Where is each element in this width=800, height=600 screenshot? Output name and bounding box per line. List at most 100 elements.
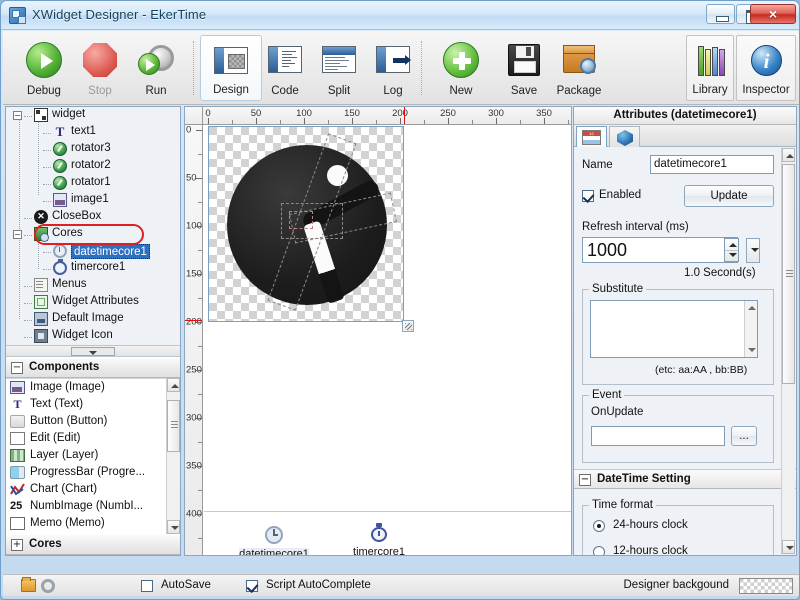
component-item-edit[interactable]: Edit (Edit) — [6, 430, 180, 447]
tree-node-cores[interactable]: − Cores — [6, 226, 180, 243]
cube-tab-icon — [617, 130, 633, 146]
tab-datetime-attributes[interactable]: 12 — [576, 126, 607, 147]
tree-node-widget-icon[interactable]: Widget Icon — [6, 328, 180, 345]
substitute-scrollbar[interactable] — [744, 301, 757, 357]
timer-icon — [370, 523, 388, 542]
tree-node-image1[interactable]: image1 — [6, 192, 180, 209]
widget-resize-handle[interactable] — [402, 320, 414, 332]
design-label: Design — [213, 84, 249, 96]
ruler-v-tick — [198, 250, 202, 251]
scroll-thumb[interactable] — [782, 164, 795, 384]
component-label: Memo (Memo) — [30, 517, 105, 529]
ruler-v-tick — [198, 442, 202, 443]
designer-background-swatch[interactable] — [739, 578, 793, 594]
tree-node-label: timercore1 — [71, 261, 126, 273]
component-label: Text (Text) — [30, 398, 84, 410]
title-bar[interactable]: XWidget Designer - EkerTime × — [1, 1, 799, 30]
scroll-up-icon[interactable] — [167, 378, 180, 392]
design-tab-button[interactable]: Design — [200, 35, 262, 101]
name-input[interactable]: datetimecore1 — [650, 155, 774, 174]
log-tab-button[interactable]: Log — [362, 35, 424, 101]
debug-button[interactable]: Debug — [13, 35, 75, 101]
enabled-checkbox[interactable] — [582, 190, 594, 202]
scroll-down-icon[interactable] — [782, 540, 795, 554]
tree-node-rotator3[interactable]: rotator3 — [6, 141, 180, 158]
gear-icon[interactable] — [41, 579, 55, 593]
refresh-interval-input[interactable]: 1000 — [582, 237, 738, 263]
datetime-collapse-icon[interactable]: − — [579, 474, 591, 486]
attributes-scrollbar[interactable] — [781, 148, 795, 554]
tree-node-rotator1[interactable]: rotator1 — [6, 175, 180, 192]
components-list[interactable]: Image (Image) T Text (Text) Button (Button)… — [6, 378, 180, 534]
design-surface[interactable]: datetimecore1 timercore1 — [204, 126, 571, 555]
refresh-interval-stepper[interactable] — [724, 238, 739, 262]
scroll-down-icon[interactable] — [167, 520, 180, 534]
new-button[interactable]: New — [430, 35, 492, 101]
tree-expander[interactable]: − — [13, 230, 22, 239]
component-item-button[interactable]: Button (Button) — [6, 413, 180, 430]
code-view-icon — [266, 41, 304, 79]
package-button[interactable]: Package — [543, 35, 615, 101]
ruler-h-tick — [472, 120, 473, 124]
tree-node-datetimecore1[interactable]: datetimecore1 — [6, 243, 180, 260]
component-item-memo[interactable]: Memo (Memo) — [6, 515, 180, 532]
onupdate-input[interactable] — [591, 426, 725, 446]
info-inspector-icon: i — [746, 42, 786, 78]
component-item-text[interactable]: T Text (Text) — [6, 396, 180, 413]
split-tab-button[interactable]: Split — [308, 35, 370, 101]
ruler-v-tick — [198, 298, 202, 299]
autosave-checkbox[interactable] — [141, 580, 153, 592]
left-panel: − widget Ttext1 rotator3 rotator2 rotator1 ima… — [5, 106, 181, 556]
status-bar: AutoSave Script AutoComplete Designer ba… — [3, 574, 799, 596]
stop-button[interactable]: Stop — [69, 35, 131, 101]
onupdate-browse-button[interactable]: ... — [731, 426, 757, 446]
cores-expand-icon[interactable]: + — [11, 539, 23, 551]
tree-node-timercore1[interactable]: timercore1 — [6, 259, 180, 277]
radio-24-hours-clock[interactable] — [593, 520, 605, 532]
substitute-group: Substitute (etc: aa:AA , bb:BB) — [582, 283, 774, 385]
component-item-image[interactable]: Image (Image) — [6, 379, 180, 396]
tree-node-widget-attributes[interactable]: Widget Attributes — [6, 294, 180, 311]
minimize-button[interactable] — [706, 4, 735, 24]
panel-splitter[interactable] — [6, 345, 180, 357]
scroll-up-icon[interactable] — [782, 148, 795, 162]
library-button[interactable]: Library — [686, 35, 734, 101]
tree-node-label: Default Image — [52, 312, 124, 324]
component-item-progressbar[interactable]: ProgressBar (Progre... — [6, 464, 180, 481]
folder-icon[interactable] — [21, 577, 36, 592]
components-scrollbar[interactable] — [166, 378, 180, 534]
tree-node-widget[interactable]: − widget — [6, 107, 180, 124]
ruler-corner — [185, 107, 203, 125]
component-item-numbimage[interactable]: 25 NumbImage (NumbI... — [6, 498, 180, 515]
object-tree[interactable]: − widget Ttext1 rotator3 rotator2 rotator1 ima… — [6, 107, 180, 345]
run-button[interactable]: Run — [125, 35, 187, 101]
tree-node-text1[interactable]: Ttext1 — [6, 124, 180, 141]
code-tab-button[interactable]: Code — [254, 35, 316, 101]
inspector-button[interactable]: i Inspector — [736, 35, 796, 101]
ruler-v-tick — [198, 490, 202, 491]
update-button[interactable]: Update — [684, 185, 774, 207]
refresh-interval-dropdown[interactable] — [746, 238, 760, 263]
component-item-chart[interactable]: Chart (Chart) — [6, 481, 180, 498]
component-item-layer[interactable]: Layer (Layer) — [6, 447, 180, 464]
substitute-textarea[interactable] — [590, 300, 758, 358]
close-button[interactable]: × — [750, 4, 796, 24]
tree-node-menus[interactable]: Menus — [6, 277, 180, 294]
cores-header[interactable]: + Cores — [6, 534, 180, 555]
radio-12-hours-clock[interactable] — [593, 546, 605, 555]
ruler-v-tick — [196, 274, 202, 275]
components-header[interactable]: − Components — [6, 357, 180, 378]
radio-12-hours-label: 12-hours clock — [613, 545, 688, 555]
scroll-thumb[interactable] — [167, 400, 180, 452]
widget-preview[interactable] — [208, 126, 414, 332]
tree-node-default-image[interactable]: Default Image — [6, 311, 180, 328]
tree-node-rotator2[interactable]: rotator2 — [6, 158, 180, 175]
datetime-setting-header[interactable]: − DateTime Setting — [574, 469, 796, 489]
components-collapse-icon[interactable]: − — [11, 362, 23, 374]
splitter-collapse-icon[interactable] — [71, 347, 115, 356]
ruler-v-tick — [196, 226, 202, 227]
autocomplete-checkbox[interactable] — [246, 580, 258, 592]
tab-object-attributes[interactable] — [609, 126, 640, 147]
tree-expander[interactable]: − — [13, 111, 22, 120]
tree-node-closebox[interactable]: ✕ CloseBox — [6, 209, 180, 226]
